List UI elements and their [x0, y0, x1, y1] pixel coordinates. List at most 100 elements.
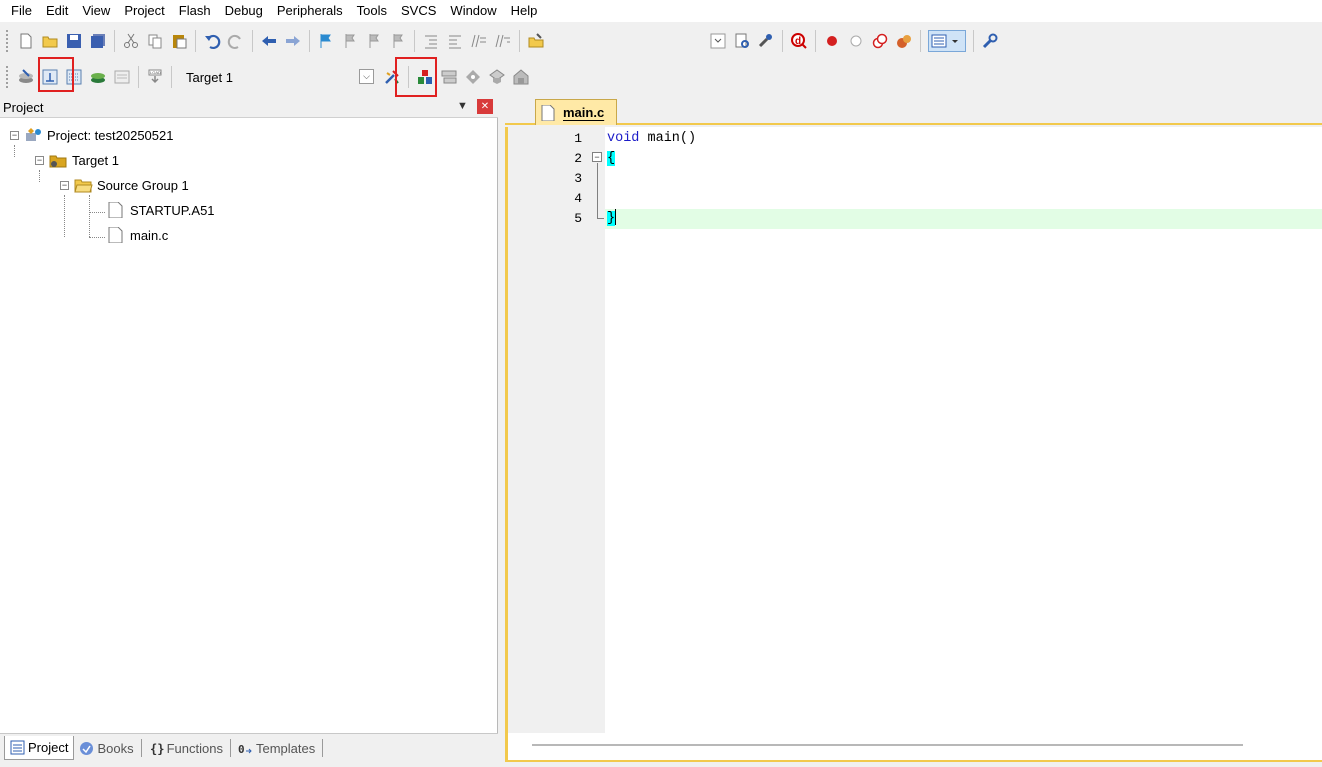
toolbar-separator	[195, 30, 196, 52]
new-file-icon[interactable]	[17, 32, 35, 50]
undo-icon[interactable]	[203, 32, 221, 50]
find-in-files-icon[interactable]	[527, 32, 545, 50]
manage-rte-icon[interactable]	[464, 68, 482, 86]
uncomment-icon[interactable]	[494, 32, 512, 50]
tab-separator	[140, 739, 142, 757]
configure-icon[interactable]	[981, 32, 999, 50]
insert-breakpoint-icon[interactable]	[823, 32, 841, 50]
tree-label: STARTUP.A51	[130, 202, 215, 218]
stop-build-icon[interactable]	[113, 68, 131, 86]
menu-tools[interactable]: Tools	[350, 0, 394, 22]
menu-view[interactable]: View	[75, 0, 117, 22]
horizontal-scrollbar[interactable]	[532, 744, 1243, 746]
menu-bar: File Edit View Project Flash Debug Perip…	[0, 0, 1322, 22]
tree-connector	[64, 195, 65, 237]
navigate-forward-icon[interactable]	[284, 32, 302, 50]
target-select[interactable]: Target 1 ⌵	[180, 66, 376, 88]
code-line-5: }	[607, 209, 617, 229]
window-layout-icon[interactable]	[928, 30, 966, 52]
menu-help[interactable]: Help	[504, 0, 545, 22]
enable-breakpoint-icon[interactable]	[847, 32, 865, 50]
file-icon	[106, 227, 126, 243]
collapse-icon[interactable]: −	[60, 180, 69, 190]
functions-icon: {}	[149, 741, 164, 756]
tab-label: Templates	[255, 740, 316, 756]
tree-item-project[interactable]: − Project: test20250521	[10, 125, 173, 145]
navigate-back-icon[interactable]	[260, 32, 278, 50]
menu-svcs[interactable]: SVCS	[394, 0, 443, 22]
close-icon[interactable]: ✕	[477, 99, 493, 114]
comment-icon[interactable]	[470, 32, 488, 50]
tree-item-group[interactable]: − Source Group 1	[60, 175, 189, 195]
file-toolbar: d	[0, 25, 1322, 57]
tab-separator	[229, 739, 231, 757]
menu-project[interactable]: Project	[117, 0, 171, 22]
open-folder-icon[interactable]	[41, 32, 59, 50]
toolbar-separator	[414, 30, 415, 52]
menu-peripherals[interactable]: Peripherals	[270, 0, 350, 22]
translate-icon[interactable]	[17, 68, 35, 86]
bookmark-prev-icon[interactable]	[341, 32, 359, 50]
bookmark-icon[interactable]	[317, 32, 335, 50]
target-select-value: Target 1	[186, 69, 233, 85]
unindent-icon[interactable]	[446, 32, 464, 50]
chevron-down-icon[interactable]: ⌵	[359, 69, 374, 84]
save-all-icon[interactable]	[89, 32, 107, 50]
code-line-1: void main()	[607, 129, 696, 149]
code-editor[interactable]: 1 2 3 4 5 − void main() { }	[505, 127, 1322, 762]
menu-file[interactable]: File	[4, 0, 39, 22]
software-packs-icon[interactable]	[512, 68, 530, 86]
current-line-highlight	[605, 209, 1322, 229]
toolbar-separator	[973, 30, 974, 52]
highlight-box-options	[395, 57, 437, 97]
close-brace: }	[607, 211, 616, 226]
svg-text:d: d	[795, 36, 801, 47]
indent-icon[interactable]	[422, 32, 440, 50]
project-panel-header: Project ▼ ✕	[0, 97, 498, 118]
select-packs-icon[interactable]	[440, 68, 458, 86]
disable-all-breakpoints-icon[interactable]	[871, 32, 889, 50]
bookmark-clear-icon[interactable]	[389, 32, 407, 50]
tree-item-target[interactable]: − Target 1	[35, 150, 119, 170]
fold-collapse-icon[interactable]: −	[592, 152, 602, 162]
kill-all-breakpoints-icon[interactable]	[895, 32, 913, 50]
debug-session-icon[interactable]: d	[790, 32, 808, 50]
toolbar-separator	[519, 30, 520, 52]
tree-connector	[89, 237, 105, 238]
incremental-find-icon[interactable]	[733, 32, 751, 50]
tab-books[interactable]: Books	[74, 736, 138, 760]
tab-functions[interactable]: {} Functions	[144, 736, 228, 760]
toolbar-grip[interactable]	[6, 66, 10, 88]
tree-item-file[interactable]: STARTUP.A51	[106, 200, 215, 220]
redo-icon[interactable]	[227, 32, 245, 50]
toolbar-separator	[138, 66, 139, 88]
tab-project[interactable]: Project	[4, 736, 75, 760]
tab-templates[interactable]: 0 Templates	[233, 736, 320, 760]
save-icon[interactable]	[65, 32, 83, 50]
file-icon	[106, 202, 126, 218]
batch-build-icon[interactable]	[89, 68, 107, 86]
collapse-icon[interactable]: −	[10, 130, 19, 140]
fold-line	[597, 163, 598, 218]
browse-symbols-icon[interactable]	[757, 32, 775, 50]
tab-main-c[interactable]: main.c	[535, 99, 617, 125]
download-icon[interactable]: LOAD	[146, 68, 164, 86]
tree-item-file[interactable]: main.c	[106, 225, 168, 245]
menu-window[interactable]: Window	[443, 0, 503, 22]
bookmark-next-icon[interactable]	[365, 32, 383, 50]
paste-icon[interactable]	[170, 32, 188, 50]
collapse-icon[interactable]: −	[35, 155, 44, 165]
find-dropdown-icon[interactable]	[709, 32, 727, 50]
cut-icon[interactable]	[122, 32, 140, 50]
project-panel: Project ▼ ✕ − Project: test20250521 − Ta…	[0, 97, 498, 762]
tree-label: Target 1	[72, 152, 119, 168]
open-brace: {	[607, 151, 616, 166]
editor-tab-bar: main.c	[505, 97, 1322, 125]
pin-icon[interactable]: ▼	[457, 100, 468, 112]
toolbar-grip[interactable]	[6, 30, 10, 52]
menu-edit[interactable]: Edit	[39, 0, 75, 22]
menu-flash[interactable]: Flash	[172, 0, 218, 22]
pack-installer-icon[interactable]	[488, 68, 506, 86]
menu-debug[interactable]: Debug	[218, 0, 270, 22]
copy-icon[interactable]	[146, 32, 164, 50]
